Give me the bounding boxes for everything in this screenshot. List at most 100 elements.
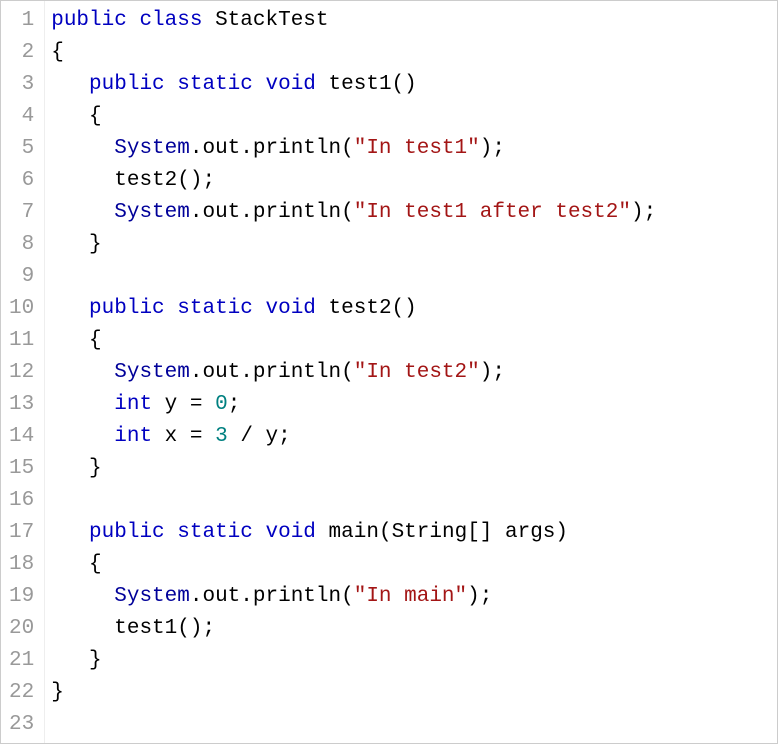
token-punct: );: [467, 585, 492, 608]
line-number: 1: [9, 5, 34, 37]
token-kw: static: [177, 521, 253, 544]
token-punct: ;: [228, 393, 241, 416]
token-kw: public: [89, 521, 165, 544]
line-number: 13: [9, 389, 34, 421]
code-line: System.out.println("In main");: [51, 581, 777, 613]
token-op: =: [190, 425, 203, 448]
token-cls: String: [392, 521, 468, 544]
token-punct: (: [341, 201, 354, 224]
token-punct: []: [467, 521, 505, 544]
token-cls: StackTest: [215, 9, 328, 32]
token-method: println: [253, 201, 341, 224]
code-line: }: [51, 645, 777, 677]
token-punct: (: [379, 521, 392, 544]
token-punct: .: [240, 201, 253, 224]
token-sys: System: [114, 137, 190, 160]
token-punct: .: [190, 585, 203, 608]
token-kw: public: [51, 9, 127, 32]
token-id: out: [202, 585, 240, 608]
code-line: [51, 261, 777, 293]
token-punct: (: [341, 137, 354, 160]
token-id: test1: [114, 617, 177, 640]
code-line: }: [51, 229, 777, 261]
token-kw: static: [177, 297, 253, 320]
code-line: public class StackTest: [51, 5, 777, 37]
code-line: }: [51, 453, 777, 485]
token-id: y: [165, 393, 178, 416]
token-punct: ): [555, 521, 568, 544]
token-kw: public: [89, 297, 165, 320]
token-str: "In test1 after test2": [354, 201, 631, 224]
token-punct: {: [89, 329, 102, 352]
token-sys: System: [114, 361, 190, 384]
token-punct: (: [341, 361, 354, 384]
line-number: 15: [9, 453, 34, 485]
line-number: 9: [9, 261, 34, 293]
token-op: =: [190, 393, 203, 416]
token-id: out: [202, 361, 240, 384]
token-id: test2: [114, 169, 177, 192]
token-method: println: [253, 361, 341, 384]
line-number-gutter: 1234567891011121314151617181920212223: [1, 1, 45, 743]
token-punct: .: [240, 361, 253, 384]
token-punct: ();: [177, 617, 215, 640]
code-editor: 1234567891011121314151617181920212223 pu…: [1, 1, 777, 743]
token-punct: {: [89, 553, 102, 576]
token-str: "In test1": [354, 137, 480, 160]
token-punct: .: [190, 137, 203, 160]
token-op: /: [240, 425, 253, 448]
code-line: }: [51, 677, 777, 709]
token-num: 3: [215, 425, 228, 448]
token-punct: }: [51, 681, 64, 704]
token-punct: }: [89, 649, 102, 672]
code-line: System.out.println("In test2");: [51, 357, 777, 389]
code-line: public static void test2(): [51, 293, 777, 325]
token-punct: );: [631, 201, 656, 224]
token-kw: void: [266, 297, 316, 320]
line-number: 10: [9, 293, 34, 325]
token-id: y: [266, 425, 279, 448]
line-number: 22: [9, 677, 34, 709]
token-punct: {: [89, 105, 102, 128]
line-number: 20: [9, 613, 34, 645]
token-kw: public: [89, 73, 165, 96]
token-num: 0: [215, 393, 228, 416]
token-kw: int: [114, 425, 152, 448]
token-kw: void: [266, 521, 316, 544]
token-punct: .: [190, 361, 203, 384]
line-number: 12: [9, 357, 34, 389]
line-number: 5: [9, 133, 34, 165]
code-area: public class StackTest { public static vo…: [45, 1, 777, 743]
token-punct: {: [51, 41, 64, 64]
line-number: 16: [9, 485, 34, 517]
token-punct: .: [240, 137, 253, 160]
token-id: test2: [329, 297, 392, 320]
token-kw: class: [139, 9, 202, 32]
line-number: 11: [9, 325, 34, 357]
line-number: 19: [9, 581, 34, 613]
token-method: println: [253, 585, 341, 608]
code-line: [51, 709, 777, 741]
token-punct: }: [89, 457, 102, 480]
token-id: test1: [329, 73, 392, 96]
line-number: 2: [9, 37, 34, 69]
code-line: [51, 485, 777, 517]
token-kw: void: [266, 73, 316, 96]
token-id: x: [165, 425, 178, 448]
token-kw: static: [177, 73, 253, 96]
code-line: {: [51, 325, 777, 357]
token-punct: (): [392, 73, 417, 96]
token-punct: .: [240, 585, 253, 608]
token-punct: ;: [278, 425, 291, 448]
line-number: 23: [9, 709, 34, 741]
token-punct: (): [392, 297, 417, 320]
token-sys: System: [114, 585, 190, 608]
token-punct: );: [480, 361, 505, 384]
token-str: "In main": [354, 585, 467, 608]
token-punct: (: [341, 585, 354, 608]
token-id: out: [202, 137, 240, 160]
code-line: {: [51, 549, 777, 581]
line-number: 14: [9, 421, 34, 453]
token-kw: int: [114, 393, 152, 416]
line-number: 6: [9, 165, 34, 197]
